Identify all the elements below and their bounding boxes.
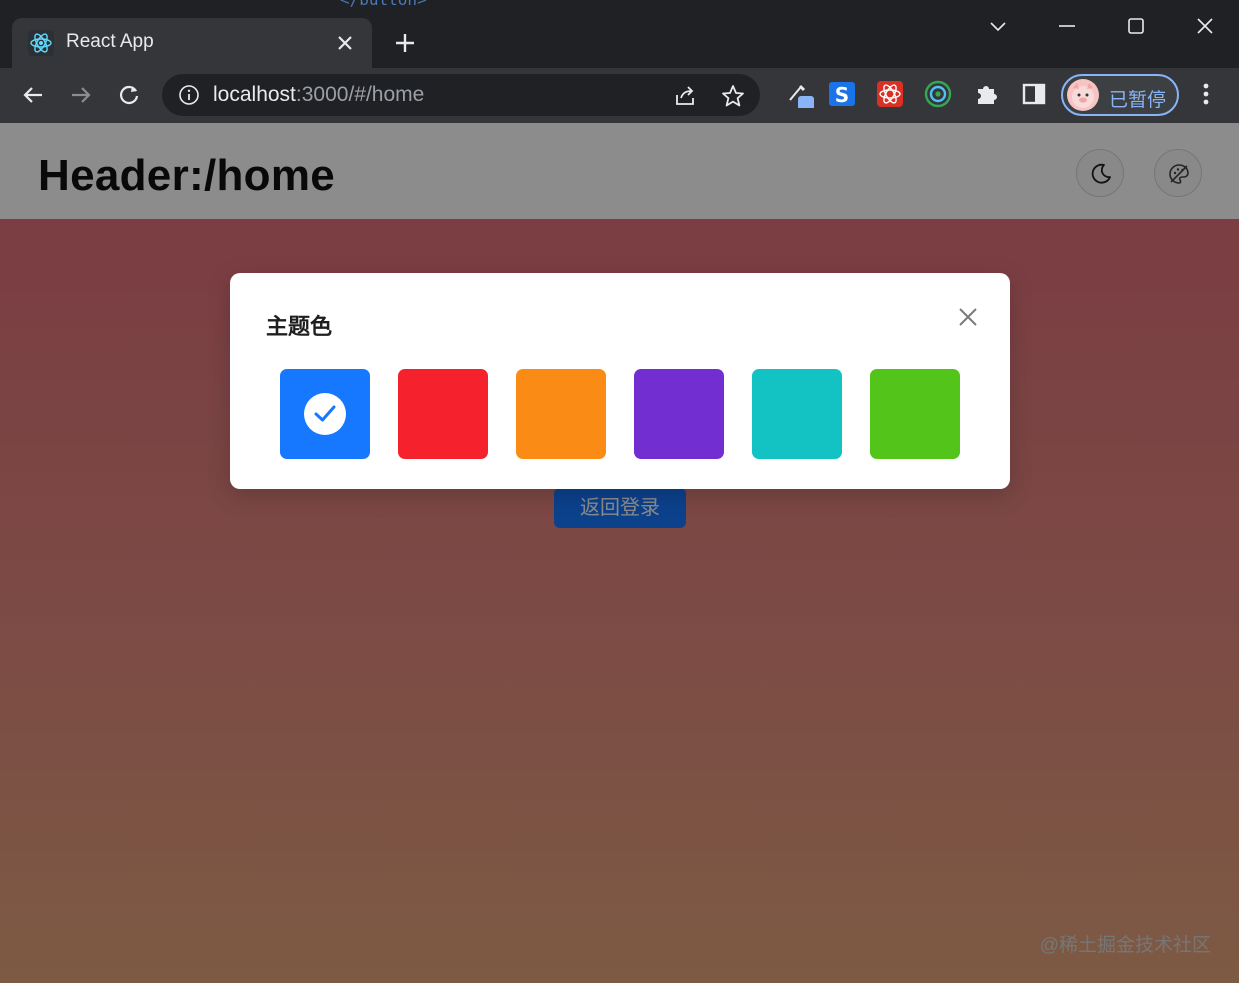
modal-title: 主题色 (266, 314, 333, 339)
react-devtools-icon[interactable] (876, 80, 904, 108)
color-swatch-red[interactable] (398, 369, 488, 459)
s-extension-icon[interactable]: S (828, 80, 856, 108)
svg-text:S: S (835, 83, 849, 107)
reload-icon[interactable] (114, 80, 144, 110)
minimize-icon[interactable] (1053, 12, 1081, 40)
eyedropper-extension-icon[interactable] (786, 80, 814, 110)
chevron-down-icon[interactable] (984, 12, 1012, 40)
tab-title: React App (66, 31, 154, 52)
arrow-left-icon[interactable] (18, 80, 48, 110)
puzzle-icon[interactable] (972, 80, 1000, 108)
close-icon[interactable] (954, 303, 982, 331)
modal-mask[interactable] (0, 123, 1239, 983)
maximize-icon[interactable] (1122, 12, 1150, 40)
react-icon (28, 30, 54, 56)
arrow-right-icon[interactable] (66, 80, 96, 110)
side-panel-icon[interactable] (1020, 80, 1048, 108)
profile-status: 已暂停 (1109, 90, 1167, 111)
kebab-menu-icon[interactable] (1192, 80, 1220, 108)
page-viewport: Header:/home 返回登录 @稀土掘金技术社区 主题色 (0, 123, 1239, 983)
url-text[interactable]: localhost:3000/#/home (213, 83, 424, 107)
avatar (1067, 79, 1099, 111)
browser-toolbar: localhost:3000/#/home S 已暂停 (0, 68, 1239, 123)
address-bar[interactable]: localhost:3000/#/home (162, 74, 760, 116)
background-code-text: </button> (340, 0, 427, 9)
theme-color-modal: 主题色 (230, 273, 1010, 489)
color-swatch-green[interactable] (870, 369, 960, 459)
color-swatch-cyan[interactable] (752, 369, 842, 459)
plus-icon[interactable] (390, 28, 420, 58)
color-swatch-orange[interactable] (516, 369, 606, 459)
share-icon[interactable] (672, 83, 698, 109)
target-extension-icon[interactable] (924, 80, 952, 108)
color-swatch-purple[interactable] (634, 369, 724, 459)
color-swatch-blue[interactable] (280, 369, 370, 459)
url-path: :3000/#/home (295, 83, 425, 106)
close-icon[interactable] (332, 30, 358, 56)
star-icon[interactable] (720, 83, 746, 109)
profile-button[interactable]: 已暂停 (1061, 74, 1179, 116)
browser-tab[interactable]: React App (12, 18, 372, 68)
browser-titlebar: </button> React App (0, 0, 1239, 68)
window-close-icon[interactable] (1191, 12, 1219, 40)
info-icon[interactable] (178, 84, 200, 106)
url-host: localhost (213, 83, 296, 106)
check-icon (304, 393, 346, 435)
